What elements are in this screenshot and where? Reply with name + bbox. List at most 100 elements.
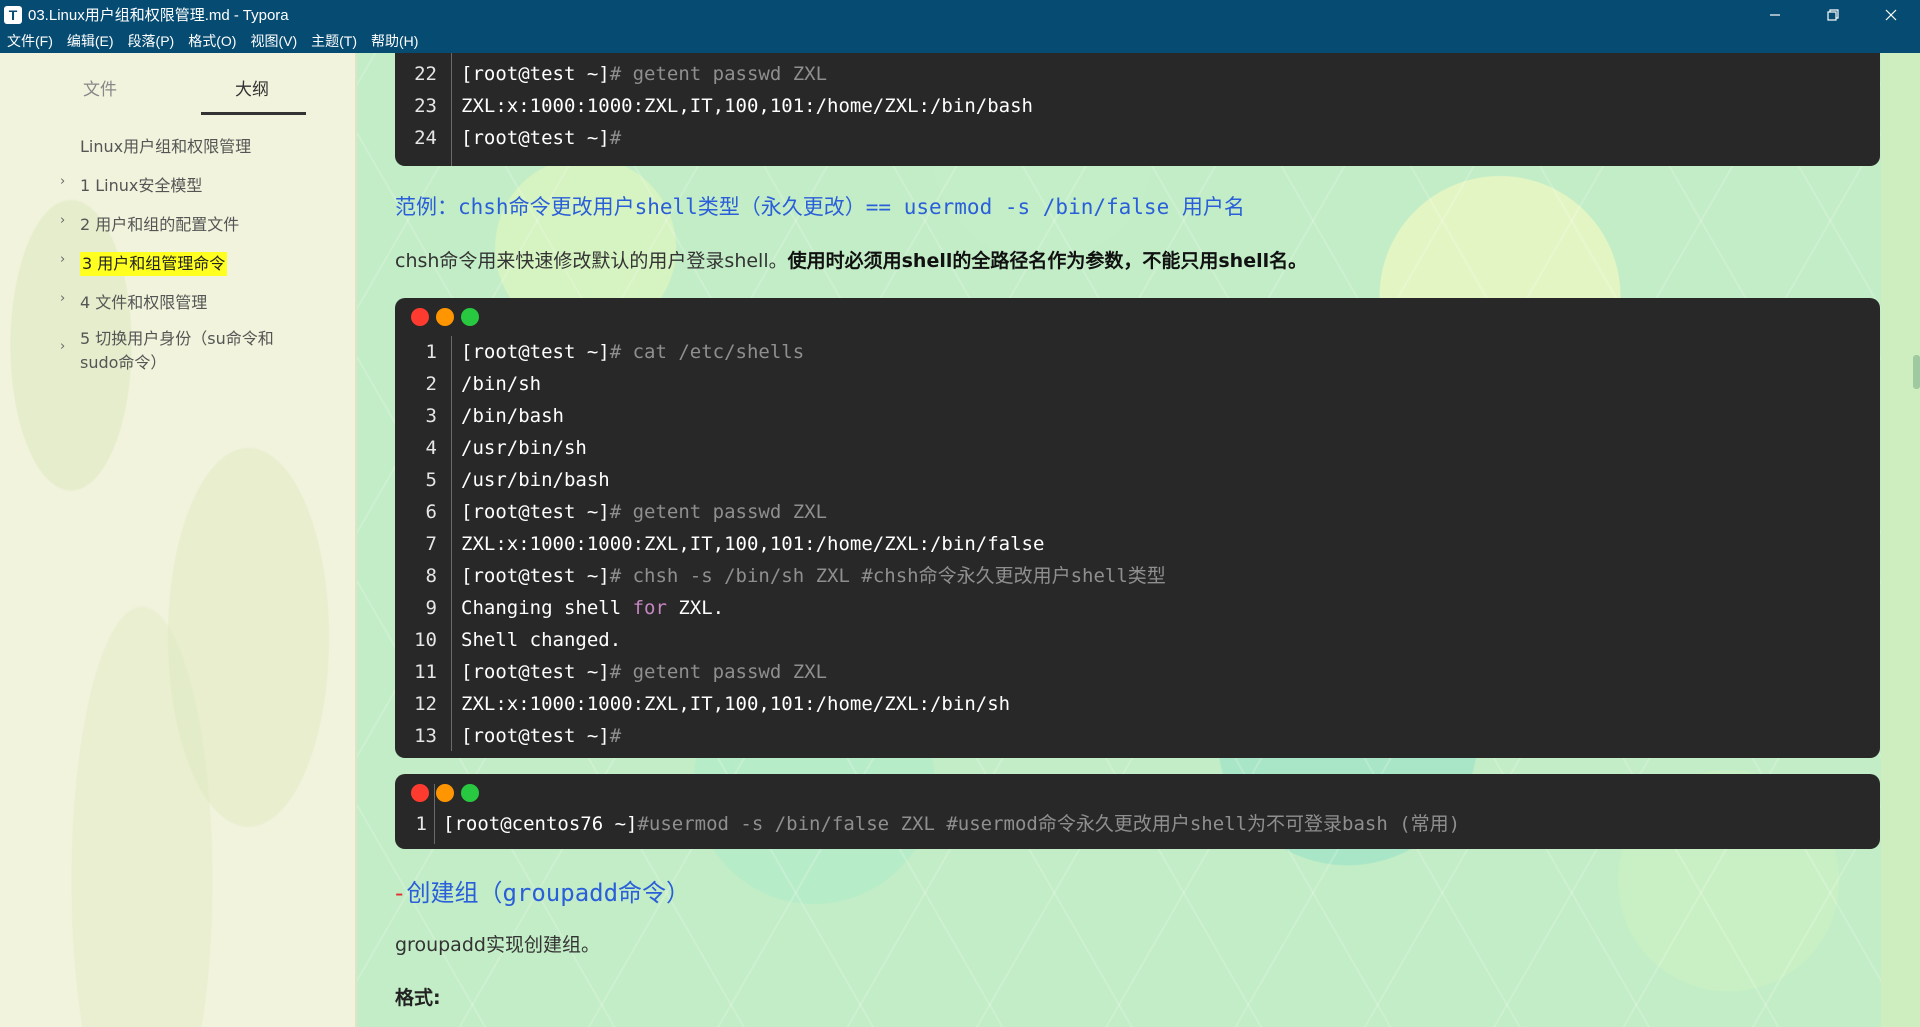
minimize-icon bbox=[1770, 13, 1780, 16]
code-line: 1 [root@centos76 ~]#usermod -s /bin/fals… bbox=[395, 808, 1461, 840]
window-controls bbox=[1746, 0, 1920, 29]
menu-help[interactable]: 帮助(H) bbox=[364, 29, 425, 53]
prompt: [root@test ~] bbox=[461, 501, 610, 523]
outline-item-2[interactable]: › 2 用户和组的配置文件 bbox=[60, 213, 239, 237]
keyword: for bbox=[632, 597, 667, 619]
tab-outline[interactable]: 大纲 bbox=[235, 75, 269, 100]
command: # getent passwd ZXL bbox=[609, 501, 828, 523]
outline-item-3[interactable]: › 3 用户和组管理命令 bbox=[60, 252, 228, 276]
outline-item-4[interactable]: › 4 文件和权限管理 bbox=[60, 291, 207, 315]
green-dot-icon bbox=[461, 308, 479, 326]
command: #usermod -s /bin/false ZXL #usermod命令永久更… bbox=[637, 813, 1461, 835]
heading-marker: - bbox=[392, 879, 407, 907]
section-heading-text: 创建组（groupadd命令） bbox=[406, 879, 691, 907]
code-line: 13 [root@test ~]# bbox=[395, 720, 621, 752]
menu-edit[interactable]: 编辑(E) bbox=[60, 29, 121, 53]
menu-view[interactable]: 视图(V) bbox=[243, 29, 304, 53]
code-line: 9 Changing shell for ZXL. bbox=[395, 592, 725, 624]
command: # cat /etc/shells bbox=[609, 341, 805, 363]
menu-bar: 文件(F) 编辑(E) 段落(P) 格式(O) 视图(V) 主题(T) 帮助(H… bbox=[0, 29, 1920, 53]
window-dots bbox=[411, 308, 479, 326]
code-line: 22 [root@test ~]# getent passwd ZXL bbox=[395, 58, 827, 90]
menu-file[interactable]: 文件(F) bbox=[0, 29, 60, 53]
code-line: 1 [root@test ~]# cat /etc/shells bbox=[395, 336, 805, 368]
line-number: 22 bbox=[414, 63, 437, 85]
paragraph-bold-text: 使用时必须用shell的全路径名作为参数，不能只用shell名。 bbox=[787, 250, 1308, 272]
green-dot-icon bbox=[461, 784, 479, 802]
output-text: Shell changed. bbox=[461, 629, 622, 651]
outline-item-5[interactable]: › 5 切换用户身份（su命令和 sudo命令） bbox=[60, 327, 274, 375]
title-bar: T 03.Linux用户组和权限管理.md - Typora bbox=[0, 0, 1920, 29]
editor-area[interactable]: 22 [root@test ~]# getent passwd ZXL 23 Z… bbox=[357, 53, 1881, 1027]
outline-item-label-cont: sudo命令） bbox=[80, 353, 167, 372]
output-text: ZXL. bbox=[666, 597, 725, 619]
output-text: /usr/bin/sh bbox=[461, 437, 587, 459]
scrollbar-track[interactable] bbox=[1881, 53, 1920, 1027]
prompt: [root@test ~] bbox=[461, 565, 610, 587]
chevron-right-icon[interactable]: › bbox=[60, 174, 80, 198]
output-text: ZXL:x:1000:1000:ZXL,IT,100,101:/home/ZXL… bbox=[461, 95, 1033, 117]
code-line: 23 ZXL:x:1000:1000:ZXL,IT,100,101:/home/… bbox=[395, 90, 1033, 122]
paragraph: chsh命令用来快速修改默认的用户登录shell。使用时必须用shell的全路径… bbox=[395, 246, 1307, 273]
line-number: 3 bbox=[425, 405, 437, 427]
chevron-right-icon[interactable]: › bbox=[60, 252, 80, 276]
output-text: Changing shell bbox=[461, 597, 633, 619]
line-number: 10 bbox=[414, 629, 437, 651]
restore-icon bbox=[1827, 8, 1839, 21]
paragraph: groupadd实现创建组。 bbox=[395, 934, 600, 956]
scrollbar-thumb[interactable] bbox=[1913, 355, 1920, 389]
chevron-right-icon[interactable]: › bbox=[60, 327, 80, 375]
line-number: 1 bbox=[425, 341, 437, 363]
prompt: [root@centos76 ~] bbox=[443, 813, 638, 835]
line-number: 9 bbox=[425, 597, 437, 619]
line-number: 13 bbox=[414, 725, 437, 747]
line-number: 24 bbox=[414, 127, 437, 149]
line-number: 6 bbox=[425, 501, 437, 523]
code-block[interactable]: 1 [root@centos76 ~]#usermod -s /bin/fals… bbox=[395, 774, 1880, 849]
tab-files[interactable]: 文件 bbox=[83, 75, 117, 100]
restore-button[interactable] bbox=[1804, 0, 1862, 29]
line-number: 5 bbox=[425, 469, 437, 491]
menu-paragraph[interactable]: 段落(P) bbox=[121, 29, 182, 53]
format-label: 格式: bbox=[395, 987, 441, 1009]
section-heading: -创建组（groupadd命令） bbox=[392, 873, 690, 908]
outline-title[interactable]: Linux用户组和权限管理 bbox=[80, 133, 251, 157]
red-dot-icon bbox=[411, 308, 429, 326]
orange-dot-icon bbox=[436, 784, 454, 802]
orange-dot-icon bbox=[436, 308, 454, 326]
prompt: [root@test ~] bbox=[461, 127, 610, 149]
command: # getent passwd ZXL bbox=[609, 661, 828, 683]
line-number: 2 bbox=[425, 373, 437, 395]
line-number: 11 bbox=[414, 661, 437, 683]
output-text: ZXL:x:1000:1000:ZXL,IT,100,101:/home/ZXL… bbox=[461, 533, 1045, 555]
code-block[interactable]: 22 [root@test ~]# getent passwd ZXL 23 Z… bbox=[395, 53, 1880, 166]
code-line: 24 [root@test ~]# bbox=[395, 122, 621, 154]
chevron-right-icon[interactable]: › bbox=[60, 213, 80, 237]
outline-item-1[interactable]: › 1 Linux安全模型 bbox=[60, 174, 202, 198]
line-number: 7 bbox=[425, 533, 437, 555]
example-heading: 范例：chsh命令更改用户shell类型（永久更改）== usermod -s … bbox=[395, 195, 1245, 219]
code-line: 6 [root@test ~]# getent passwd ZXL bbox=[395, 496, 828, 528]
minimize-button[interactable] bbox=[1746, 0, 1804, 29]
command: # chsh -s /bin/sh ZXL #chsh命令永久更改用户shell… bbox=[609, 565, 1166, 587]
chevron-right-icon[interactable]: › bbox=[60, 291, 80, 315]
code-line: 8 [root@test ~]# chsh -s /bin/sh ZXL #chs… bbox=[395, 560, 1166, 592]
code-line: 2/bin/sh bbox=[395, 368, 542, 400]
close-button[interactable] bbox=[1862, 0, 1920, 29]
red-dot-icon bbox=[411, 784, 429, 802]
menu-theme[interactable]: 主题(T) bbox=[304, 29, 364, 53]
code-line: 3/bin/bash bbox=[395, 400, 564, 432]
code-line: 4/usr/bin/sh bbox=[395, 432, 587, 464]
command: # bbox=[609, 725, 622, 747]
line-number: 1 bbox=[415, 813, 427, 835]
code-line: 5/usr/bin/bash bbox=[395, 464, 610, 496]
paragraph-text: chsh命令用来快速修改默认的用户登录shell。 bbox=[395, 250, 788, 272]
outline-item-label: 3 用户和组管理命令 bbox=[80, 252, 228, 276]
menu-format[interactable]: 格式(O) bbox=[181, 29, 243, 53]
prompt: [root@test ~] bbox=[461, 661, 610, 683]
command: # bbox=[609, 127, 622, 149]
prompt: [root@test ~] bbox=[461, 341, 610, 363]
code-block[interactable]: 1 [root@test ~]# cat /etc/shells 2/bin/sh… bbox=[395, 298, 1880, 758]
code-line: 11 [root@test ~]# getent passwd ZXL bbox=[395, 656, 827, 688]
window-dots bbox=[411, 784, 479, 802]
